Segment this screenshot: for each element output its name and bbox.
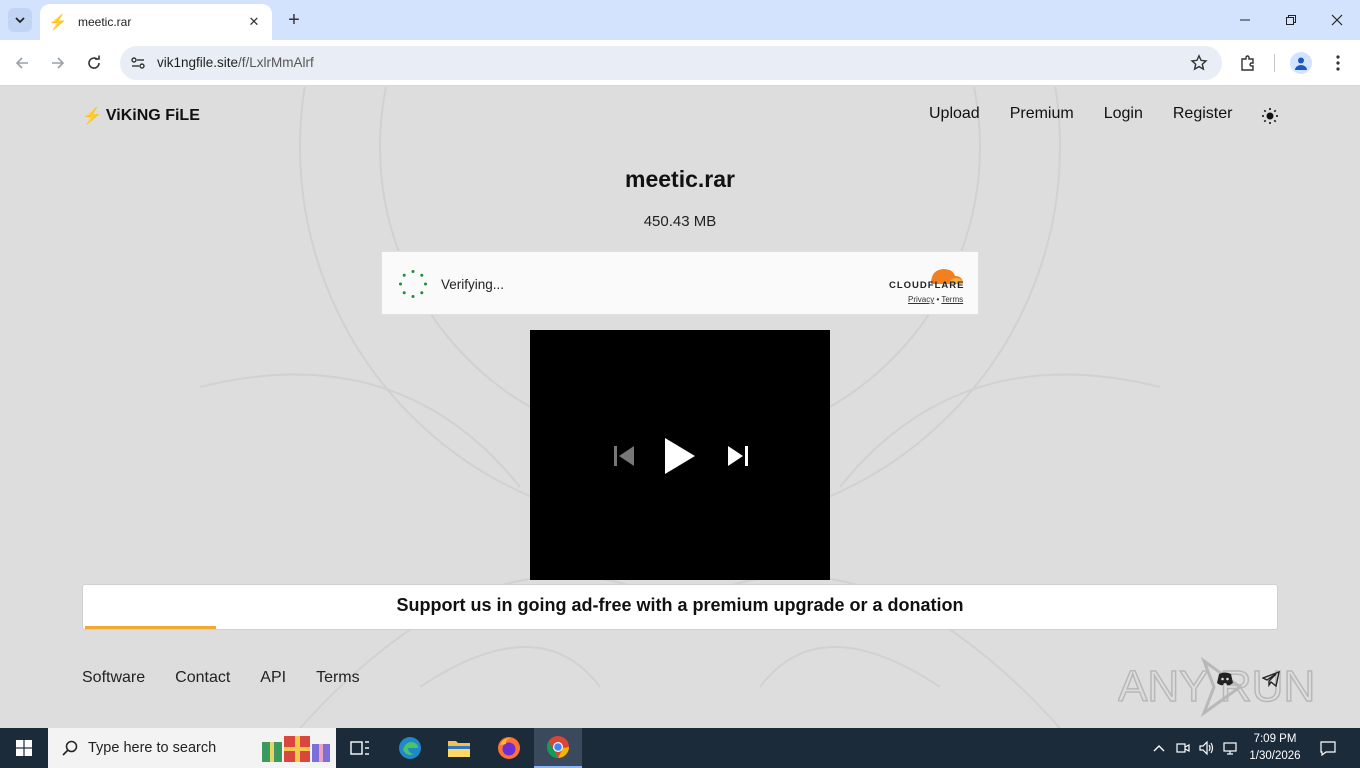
site-logo[interactable]: ⚡ ViKiNG FiLE xyxy=(82,106,200,126)
reload-icon xyxy=(88,55,100,69)
toolbar-separator xyxy=(1274,54,1275,72)
video-player[interactable] xyxy=(530,330,830,580)
footer-nav: Software Contact API Terms xyxy=(82,669,360,687)
restore-button[interactable] xyxy=(1268,0,1314,40)
main-nav: Upload Premium Login Register xyxy=(929,105,1232,123)
support-banner[interactable]: Support us in going ad-free with a premi… xyxy=(82,584,1278,630)
taskbar-clock[interactable]: 7:09 PM 1/30/2026 xyxy=(1244,731,1306,765)
nav-premium[interactable]: Premium xyxy=(1010,105,1074,123)
network-icon xyxy=(1223,742,1237,755)
search-icon xyxy=(62,740,78,756)
nav-login[interactable]: Login xyxy=(1104,105,1143,123)
brand-name: ViKiNG FiLE xyxy=(105,107,200,124)
loading-spinner-icon xyxy=(399,270,427,298)
terms-link[interactable]: Terms xyxy=(941,295,963,304)
support-progress-bar xyxy=(85,626,217,629)
browser-toolbar: vik1ngfile.site/f/LxlrMmAlrf xyxy=(0,40,1360,86)
close-tab-icon[interactable]: ✕ xyxy=(246,14,262,30)
tray-network[interactable] xyxy=(1222,728,1240,768)
file-name: meetic.rar xyxy=(625,166,735,192)
edge-icon xyxy=(399,737,421,759)
captcha-links: Privacy • Terms xyxy=(908,295,963,304)
address-bar[interactable]: vik1ngfile.site/f/LxlrMmAlrf xyxy=(120,46,1222,80)
anyrun-watermark: ANY RUN xyxy=(1118,657,1314,717)
taskbar-edge[interactable] xyxy=(386,728,434,768)
windows-taskbar: Type here to search 7:09 PM 1/30/2026 xyxy=(0,728,1360,768)
profile-button[interactable] xyxy=(1290,52,1312,74)
tray-volume[interactable] xyxy=(1198,728,1216,768)
clock-time: 7:09 PM xyxy=(1253,733,1297,745)
url-path: /f/LxlrMmAlrf xyxy=(238,55,314,70)
tray-meet-now[interactable] xyxy=(1174,728,1192,768)
lightning-bolt-icon: ⚡ xyxy=(48,14,68,31)
arrow-left-icon xyxy=(15,57,28,69)
tab-title: meetic.rar xyxy=(78,15,132,29)
web-page: ⚡ ViKiNG FiLE Upload Premium Login Regis… xyxy=(0,87,1360,728)
browser-tab[interactable]: ⚡ meetic.rar ✕ xyxy=(40,4,272,40)
chevron-up-icon xyxy=(1153,745,1165,752)
person-icon xyxy=(1295,57,1307,70)
bookmark-star-icon[interactable] xyxy=(1190,54,1208,72)
file-size: 450.43 MB xyxy=(643,213,717,230)
taskbar-search[interactable]: Type here to search xyxy=(48,728,336,768)
clock-date: 1/30/2026 xyxy=(1249,750,1301,762)
reload-button[interactable] xyxy=(80,49,108,77)
notifications-button[interactable] xyxy=(1316,728,1340,768)
search-placeholder: Type here to search xyxy=(88,740,217,756)
skip-next-icon[interactable] xyxy=(726,444,750,468)
forward-button[interactable] xyxy=(44,49,72,77)
telegram-icon[interactable] xyxy=(1262,671,1280,687)
support-text: Support us in going ad-free with a premi… xyxy=(396,595,964,615)
puzzle-icon xyxy=(1241,55,1254,71)
cloudflare-wordmark: CLOUDFLARE xyxy=(889,280,965,291)
url-text: vik1ngfile.site/f/LxlrMmAlrf xyxy=(157,55,314,70)
minimize-button[interactable] xyxy=(1222,0,1268,40)
captcha-status: Verifying... xyxy=(441,277,505,292)
arrow-right-icon xyxy=(52,57,65,69)
start-button[interactable] xyxy=(0,728,48,768)
tab-strip: ⚡ meetic.rar ✕ + xyxy=(0,0,1360,40)
task-view-icon xyxy=(350,741,369,755)
new-tab-button[interactable]: + xyxy=(282,8,306,32)
link-separator: • xyxy=(936,295,940,304)
windows-logo-icon xyxy=(16,740,32,756)
footer-terms[interactable]: Terms xyxy=(316,669,360,687)
privacy-link[interactable]: Privacy xyxy=(908,295,934,304)
footer-contact[interactable]: Contact xyxy=(175,669,230,687)
chrome-icon xyxy=(547,736,569,758)
notification-icon xyxy=(1320,741,1336,756)
lightning-bolt-icon: ⚡ xyxy=(82,108,102,125)
nav-register[interactable]: Register xyxy=(1173,105,1233,123)
back-button[interactable] xyxy=(8,49,36,77)
tab-search-button[interactable] xyxy=(8,8,32,32)
close-icon xyxy=(1331,14,1343,26)
close-window-button[interactable] xyxy=(1314,0,1360,40)
taskbar-chrome[interactable] xyxy=(534,728,582,768)
site-settings-icon[interactable] xyxy=(128,53,148,73)
task-view-button[interactable] xyxy=(336,728,384,768)
sun-icon[interactable] xyxy=(1261,107,1279,125)
extensions-button[interactable] xyxy=(1237,52,1259,74)
taskbar-firefox[interactable] xyxy=(485,728,533,768)
browser-menu-button[interactable] xyxy=(1327,52,1349,74)
url-host: vik1ngfile.site xyxy=(157,55,239,70)
play-icon[interactable] xyxy=(663,436,697,476)
footer-software[interactable]: Software xyxy=(82,669,145,687)
cloudflare-captcha-widget[interactable]: Verifying... CLOUDFLARE Privacy • Terms xyxy=(381,251,979,315)
gift-boxes-icon xyxy=(262,736,330,762)
footer-api[interactable]: API xyxy=(260,669,286,687)
firefox-icon xyxy=(498,737,520,759)
tray-overflow-button[interactable] xyxy=(1150,728,1168,768)
folder-icon xyxy=(448,741,470,757)
nav-upload[interactable]: Upload xyxy=(929,105,980,123)
discord-icon[interactable] xyxy=(1216,671,1234,687)
restore-icon xyxy=(1286,15,1296,25)
minimize-icon xyxy=(1240,19,1250,21)
camera-icon xyxy=(1176,743,1190,753)
kebab-menu-icon xyxy=(1336,55,1340,71)
speaker-icon xyxy=(1199,741,1214,755)
chevron-down-icon xyxy=(15,17,25,24)
skip-previous-icon[interactable] xyxy=(612,444,636,468)
taskbar-file-explorer[interactable] xyxy=(435,728,483,768)
